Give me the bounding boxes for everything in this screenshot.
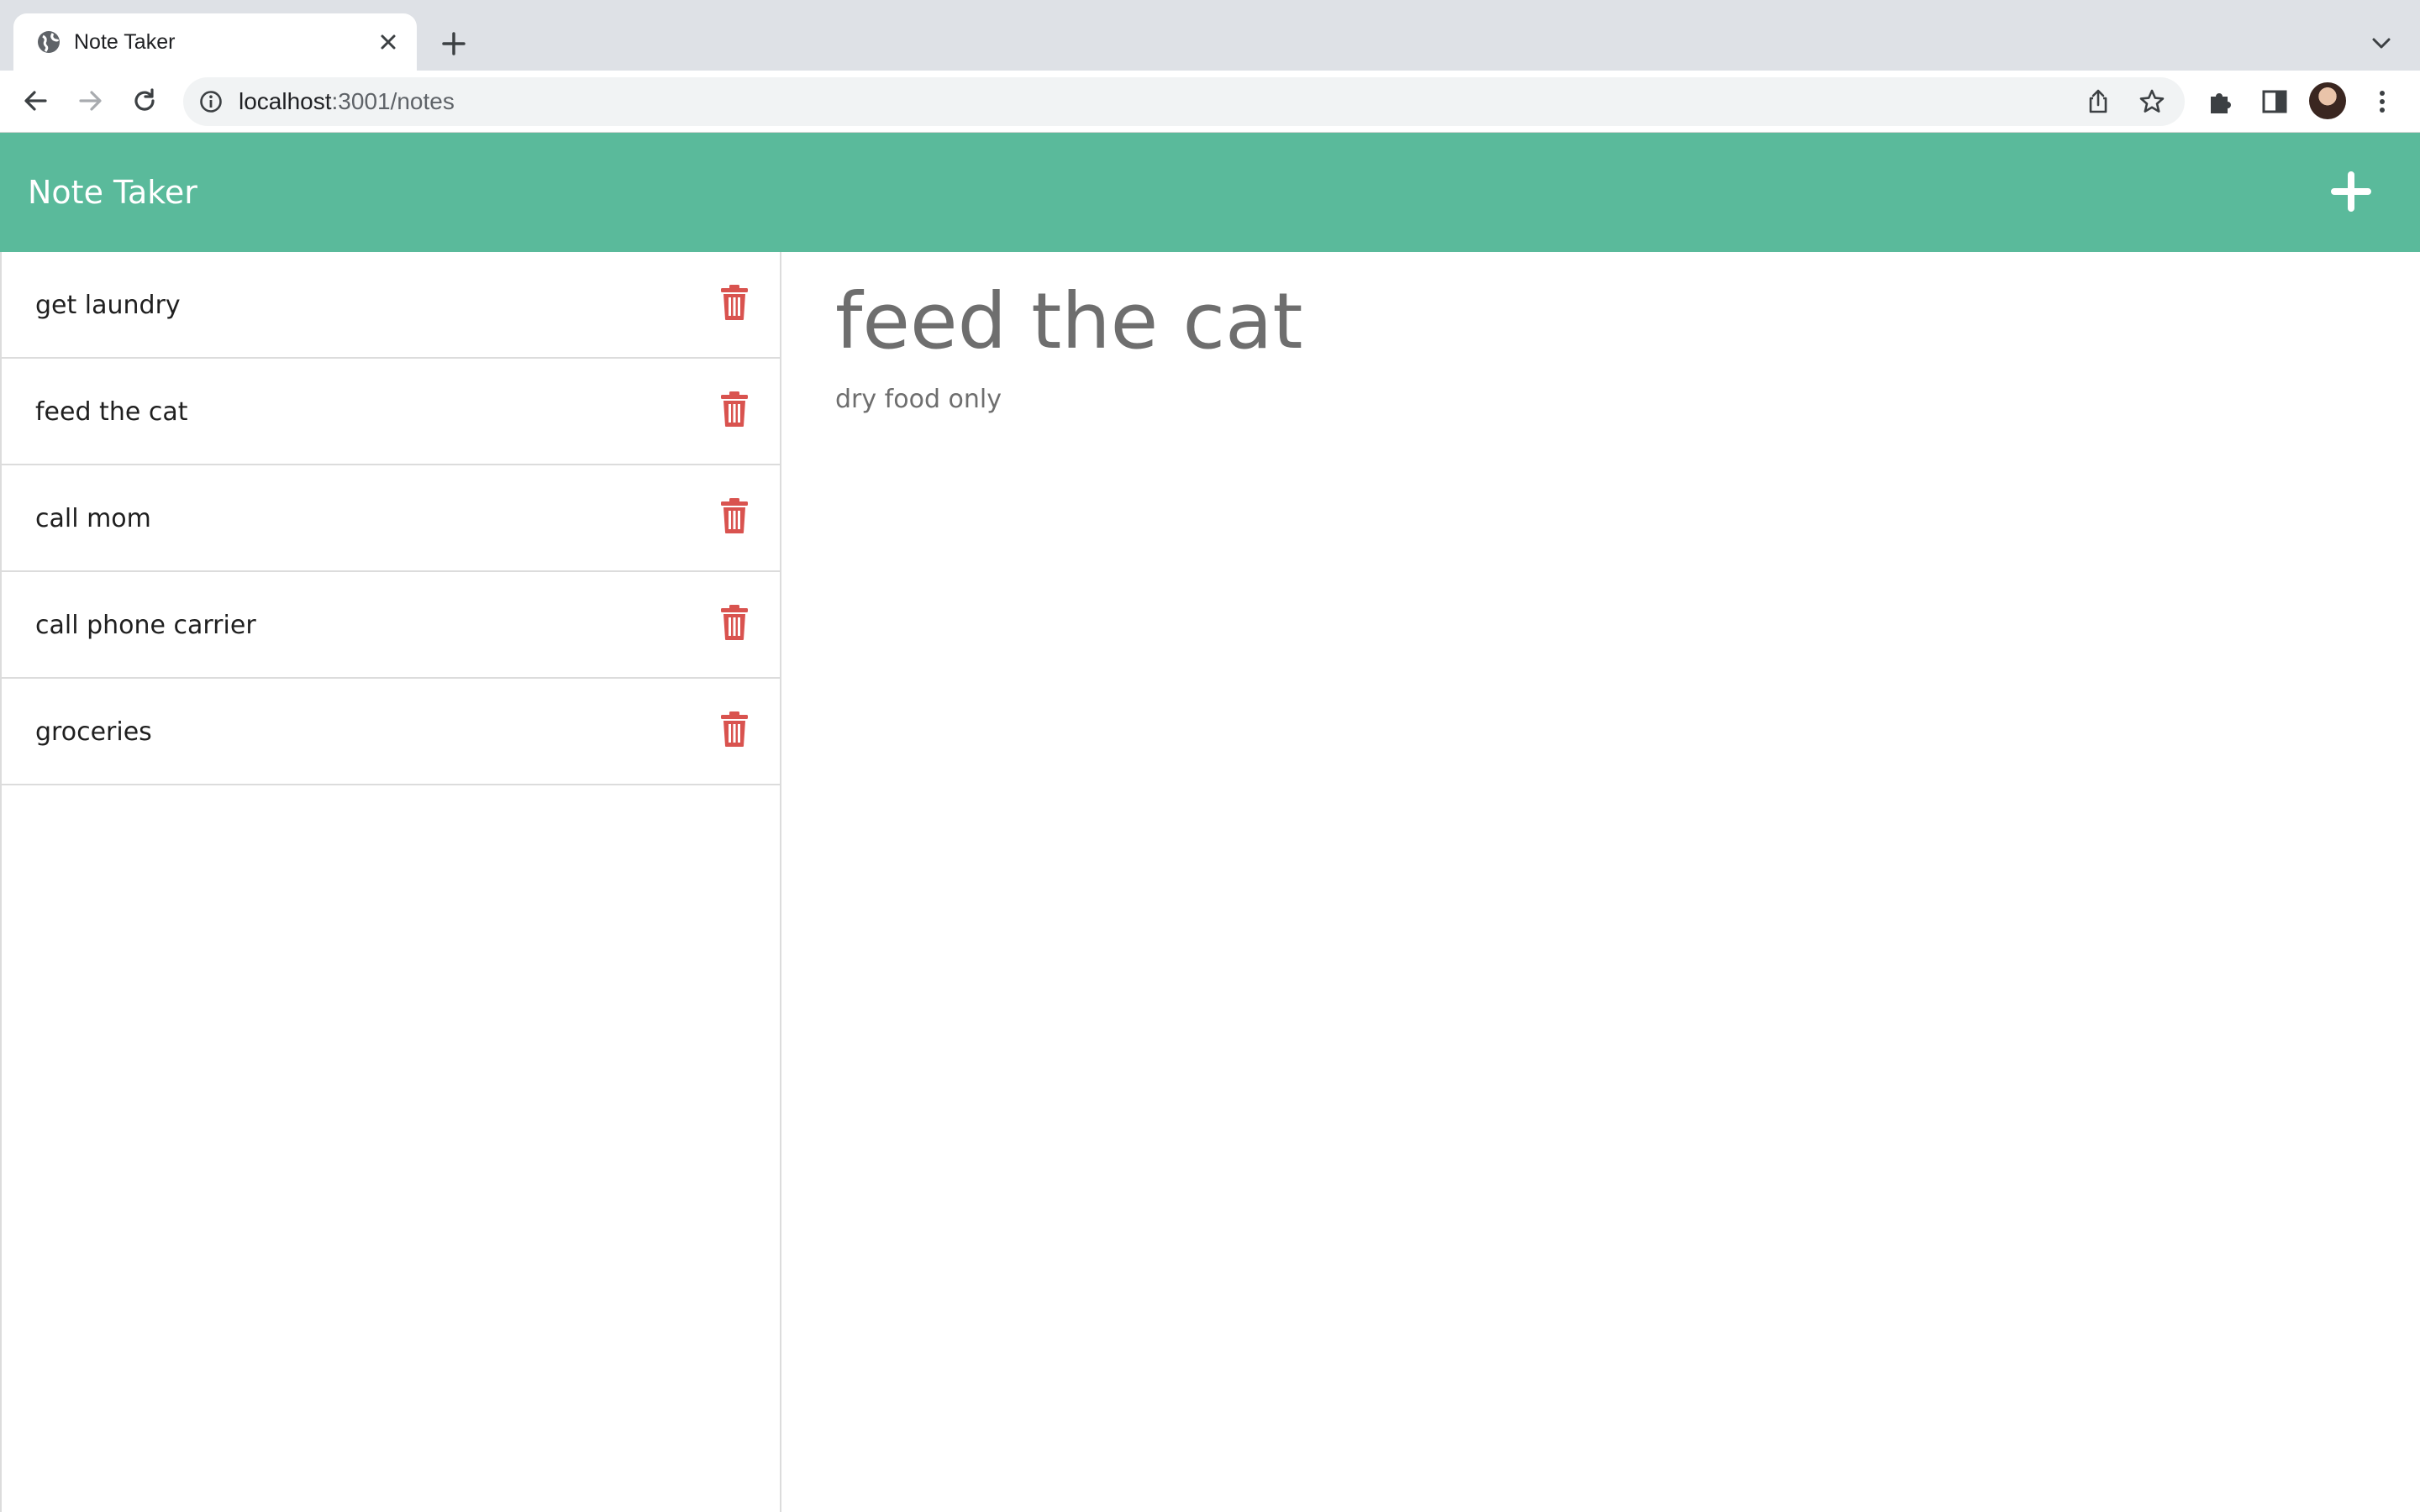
side-panel-icon[interactable] <box>2259 86 2291 118</box>
globe-icon <box>35 29 62 55</box>
list-item[interactable]: feed the cat <box>2 359 781 465</box>
reload-icon[interactable] <box>126 82 163 119</box>
url-host: localhost <box>239 88 332 114</box>
note-item-title[interactable]: groceries <box>35 679 152 785</box>
app-title[interactable]: Note Taker <box>28 133 197 252</box>
bookmark-star-icon[interactable] <box>2138 87 2166 116</box>
trash-icon[interactable] <box>719 604 750 641</box>
note-item-title[interactable]: call phone carrier <box>35 572 256 679</box>
extensions-puzzle-icon[interactable] <box>2205 86 2237 118</box>
plus-icon[interactable] <box>2328 168 2375 215</box>
browser-toolbar: localhost:3001/notes <box>0 71 2420 133</box>
url-path: :3001/notes <box>331 88 455 114</box>
tab-strip: Note Taker <box>0 0 2420 71</box>
list-item[interactable]: groceries <box>2 679 781 785</box>
trash-icon[interactable] <box>719 497 750 534</box>
list-item[interactable]: call phone carrier <box>2 572 781 679</box>
trash-icon[interactable] <box>719 391 750 428</box>
tab-title: Note Taker <box>74 30 176 54</box>
list-item[interactable]: get laundry <box>2 252 781 359</box>
forward-arrow-icon[interactable] <box>72 82 109 119</box>
note-editor: feed the cat dry food only <box>781 252 2420 1512</box>
note-item-title[interactable]: call mom <box>35 465 151 572</box>
trash-icon[interactable] <box>719 284 750 321</box>
back-arrow-icon[interactable] <box>17 82 54 119</box>
note-list: get laundry feed the cat call mom call p… <box>0 252 781 1512</box>
chevron-down-icon[interactable] <box>2366 29 2396 59</box>
app-navbar: Note Taker <box>0 133 2420 252</box>
address-url: localhost:3001/notes <box>239 77 455 126</box>
profile-avatar[interactable] <box>2309 82 2346 119</box>
list-item[interactable]: call mom <box>2 465 781 572</box>
note-item-title[interactable]: feed the cat <box>35 359 187 465</box>
note-title-input[interactable]: feed the cat <box>835 276 1303 368</box>
browser-window-chrome: Note Taker localhost:3001/notes <box>0 0 2420 133</box>
more-vertical-icon[interactable] <box>2366 86 2398 118</box>
trash-icon[interactable] <box>719 711 750 748</box>
note-textarea[interactable]: dry food only <box>835 385 1002 414</box>
info-icon[interactable] <box>198 89 224 114</box>
new-tab-plus-icon[interactable] <box>437 27 471 60</box>
note-item-title[interactable]: get laundry <box>35 252 181 359</box>
address-bar[interactable]: localhost:3001/notes <box>183 77 2185 126</box>
share-icon[interactable] <box>2084 87 2112 116</box>
close-icon[interactable] <box>376 30 400 54</box>
browser-tab[interactable]: Note Taker <box>13 13 417 71</box>
